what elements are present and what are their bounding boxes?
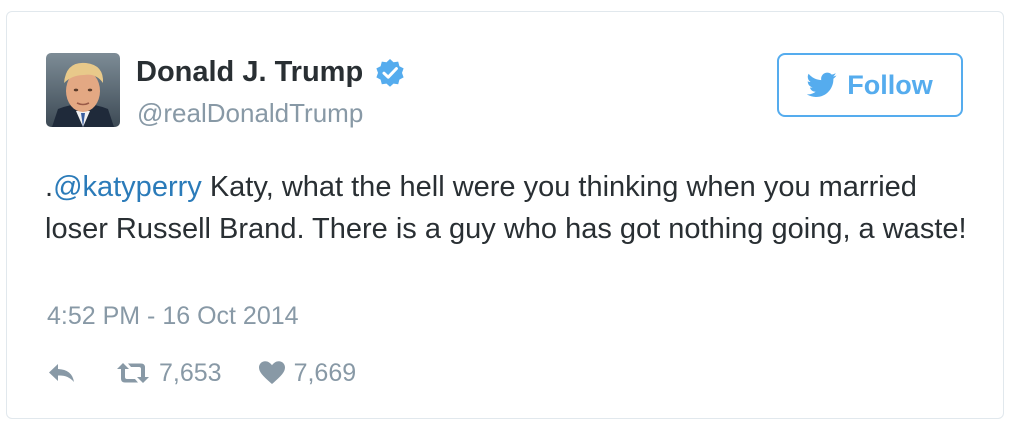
follow-button[interactable]: Follow	[777, 53, 963, 117]
twitter-bird-icon	[807, 72, 837, 97]
verified-badge-icon	[375, 58, 405, 88]
tweet-prefix: .	[45, 171, 54, 203]
display-name[interactable]: Donald J. Trump	[136, 56, 405, 89]
reply-button[interactable]	[47, 361, 77, 385]
retweet-button[interactable]: 7,653	[115, 359, 222, 388]
like-count: 7,669	[293, 358, 357, 387]
tweet-card: Donald J. Trump @realDonaldTrump Follow …	[6, 11, 1004, 419]
retweet-icon	[117, 363, 149, 383]
like-button[interactable]: 7,669	[258, 358, 357, 388]
mention-link[interactable]: @katyperry	[53, 171, 202, 203]
reply-icon	[49, 364, 74, 382]
tweet-text: .@katyperry Katy, what the hell were you…	[45, 166, 975, 250]
display-name-text: Donald J. Trump	[136, 56, 364, 88]
retweet-count: 7,653	[159, 358, 222, 387]
heart-icon	[258, 361, 285, 384]
tweet-timestamp[interactable]: 4:52 PM - 16 Oct 2014	[47, 302, 299, 331]
follow-button-label: Follow	[847, 69, 933, 100]
user-handle[interactable]: @realDonaldTrump	[137, 98, 363, 129]
tweet-actions: 7,653 7,669	[47, 355, 356, 391]
avatar[interactable]	[46, 53, 120, 127]
profile-photo-icon	[46, 53, 120, 127]
